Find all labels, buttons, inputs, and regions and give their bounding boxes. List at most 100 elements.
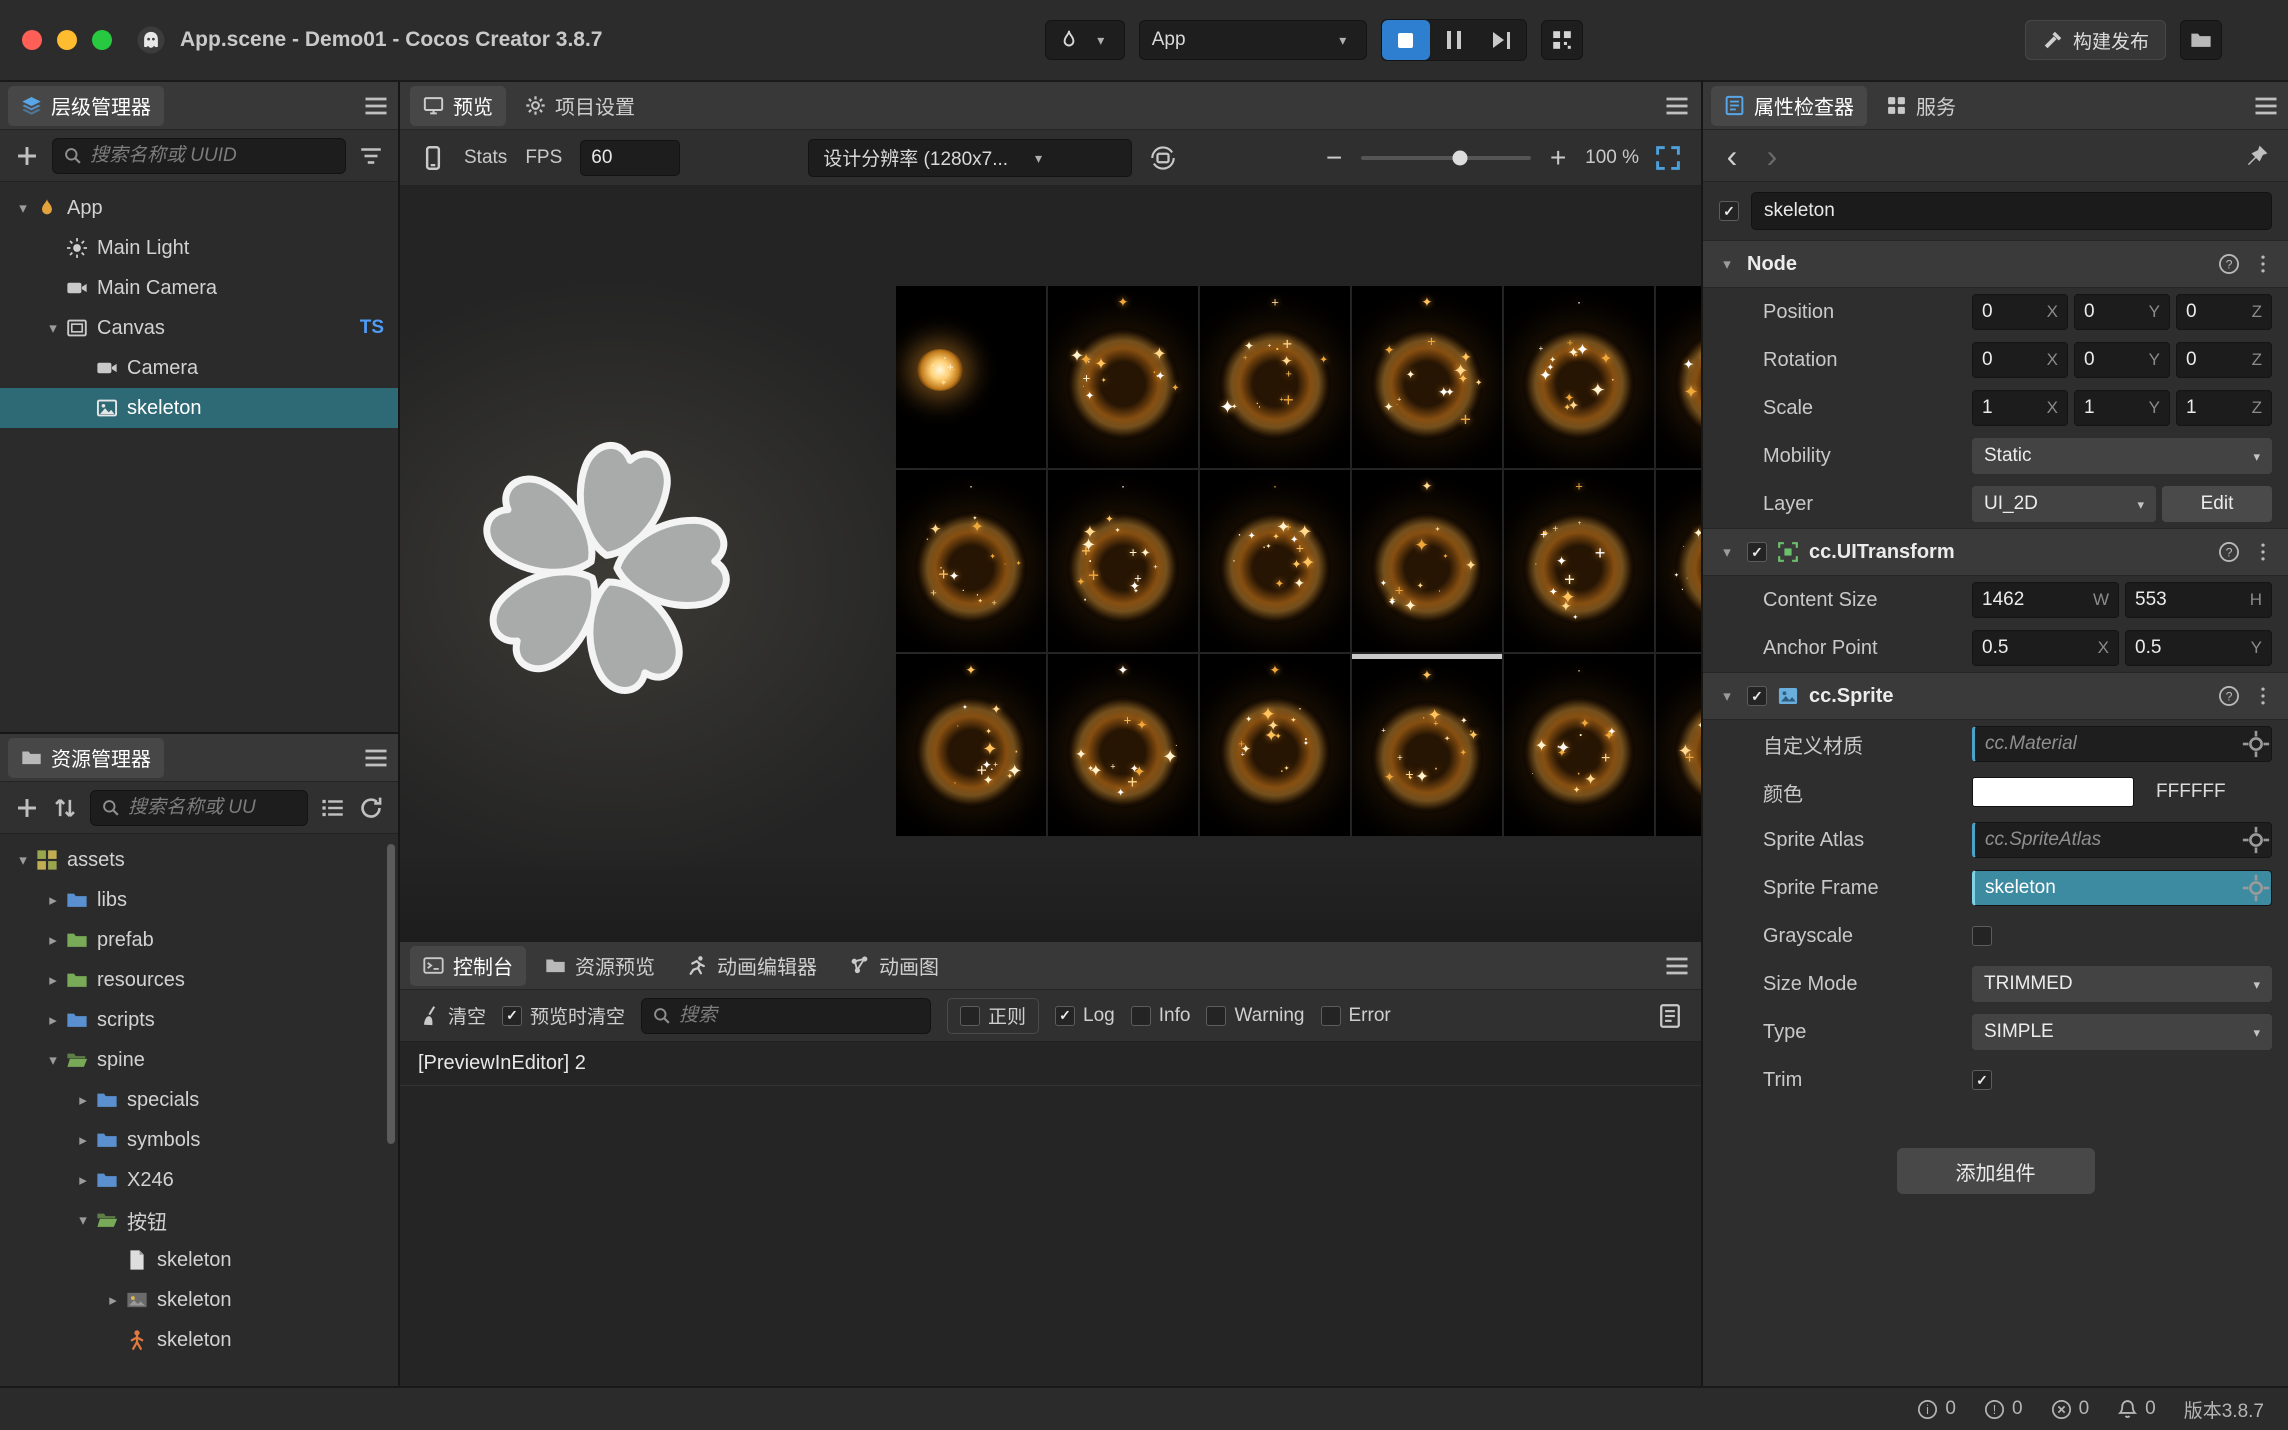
trim-checkbox[interactable] [1972, 1070, 1992, 1090]
rotation-z-field[interactable]: 0Z [2176, 342, 2272, 378]
anchor-y-field[interactable]: 0.5Y [2125, 630, 2272, 666]
help-icon[interactable]: ? [2218, 253, 2240, 275]
asset-item-skeleton[interactable]: skeleton [0, 1240, 398, 1280]
uitransform-enabled-checkbox[interactable] [1747, 542, 1767, 562]
help-icon[interactable]: ? [2218, 685, 2240, 707]
tab-project-settings[interactable]: 项目设置 [512, 86, 648, 126]
regex-checkbox[interactable] [960, 1006, 980, 1026]
mobility-select[interactable]: Static ▾ [1972, 438, 2272, 474]
chevron-right-icon[interactable]: ▸ [70, 1091, 96, 1109]
add-component-button[interactable]: 添加组件 [1897, 1148, 2095, 1194]
fullscreen-window-button[interactable] [92, 30, 112, 50]
history-forward-button[interactable]: › [1761, 145, 1783, 167]
help-icon[interactable]: ? [2218, 541, 2240, 563]
tab-hierarchy[interactable]: 层级管理器 [8, 86, 164, 126]
asset-item-skeleton[interactable]: ▸skeleton [0, 1280, 398, 1320]
filter-log-toggle[interactable]: Log [1055, 1005, 1115, 1027]
console-searchbox[interactable] [641, 998, 931, 1034]
asset-item-resources[interactable]: ▸resources [0, 960, 398, 1000]
chevron-down-icon[interactable]: ▾ [40, 319, 66, 337]
warning-checkbox[interactable] [1206, 1006, 1226, 1026]
hierarchy-searchbox[interactable] [52, 138, 346, 174]
hierarchy-item-skeleton[interactable]: skeleton [0, 388, 398, 428]
hierarchy-filter-button[interactable] [358, 143, 384, 169]
edit-layer-button[interactable]: Edit [2162, 486, 2272, 522]
pin-inspector-button[interactable] [2244, 143, 2270, 169]
info-message-counter[interactable]: i 0 [1917, 1398, 1956, 1420]
chevron-down-icon[interactable]: ▾ [1717, 257, 1737, 272]
tab-animation-graph[interactable]: 动画图 [836, 946, 952, 986]
scene-canvas[interactable]: ·+✦·+·✦✦✦+·✦✦·✦·✦✦✦++··✦+·✦+✦✦++✦+✦✦+✦✦✦… [400, 186, 1701, 942]
preview-menu-icon[interactable] [1663, 92, 1691, 120]
content-width-field[interactable]: 1462W [1972, 582, 2119, 618]
section-menu-icon[interactable] [2252, 253, 2274, 275]
scale-x-field[interactable]: 1X [1972, 390, 2068, 426]
asset-item-X246[interactable]: ▸X246 [0, 1160, 398, 1200]
zoom-out-button[interactable]: − [1323, 147, 1345, 169]
pause-button[interactable] [1430, 20, 1478, 60]
position-z-field[interactable]: 0Z [2176, 294, 2272, 330]
device-icon[interactable] [420, 145, 446, 171]
position-x-field[interactable]: 0X [1972, 294, 2068, 330]
warning-message-counter[interactable]: ! 0 [1984, 1398, 2023, 1420]
chevron-down-icon[interactable]: ▾ [70, 1211, 96, 1229]
tab-animation-editor[interactable]: 动画编辑器 [674, 946, 830, 986]
chevron-right-icon[interactable]: ▸ [100, 1291, 126, 1309]
rotation-y-field[interactable]: 0Y [2074, 342, 2170, 378]
regex-toggle[interactable]: 正则 [947, 998, 1039, 1034]
asset-item-symbols[interactable]: ▸symbols [0, 1120, 398, 1160]
assets-searchbox[interactable] [90, 790, 308, 826]
asset-item-specials[interactable]: ▸specials [0, 1080, 398, 1120]
chevron-down-icon[interactable]: ▾ [1717, 689, 1737, 704]
node-name-input[interactable] [1764, 200, 2259, 222]
sort-assets-button[interactable] [52, 795, 78, 821]
clear-on-preview-toggle[interactable]: 预览时清空 [502, 1002, 625, 1029]
type-select[interactable]: SIMPLE ▾ [1972, 1014, 2272, 1050]
zoom-slider[interactable] [1361, 156, 1531, 160]
refresh-assets-button[interactable] [358, 795, 384, 821]
sprite-section-header[interactable]: ▾ cc.Sprite ? [1703, 672, 2288, 720]
create-node-button[interactable] [14, 143, 40, 169]
tab-inspector[interactable]: 属性检查器 [1711, 86, 1867, 126]
chevron-down-icon[interactable]: ▾ [1717, 545, 1737, 560]
anchor-x-field[interactable]: 0.5X [1972, 630, 2119, 666]
chevron-right-icon[interactable]: ▸ [40, 971, 66, 989]
console-menu-icon[interactable] [1663, 952, 1691, 980]
inspector-menu-icon[interactable] [2252, 92, 2280, 120]
asset-item-libs[interactable]: ▸libs [0, 880, 398, 920]
help-button[interactable] [2236, 25, 2266, 55]
scale-z-field[interactable]: 1Z [2176, 390, 2272, 426]
minimize-window-button[interactable] [57, 30, 77, 50]
filter-error-toggle[interactable]: Error [1321, 1005, 1391, 1027]
asset-item-assets[interactable]: ▾assets [0, 840, 398, 880]
asset-picker-icon[interactable] [2241, 872, 2271, 904]
asset-item-按钮[interactable]: ▾按钮 [0, 1200, 398, 1240]
hierarchy-item-Canvas[interactable]: ▾CanvasTS [0, 308, 398, 348]
hierarchy-item-Main Light[interactable]: Main Light [0, 228, 398, 268]
filter-warning-toggle[interactable]: Warning [1206, 1005, 1304, 1027]
tab-preview[interactable]: 预览 [410, 86, 506, 126]
scale-y-field[interactable]: 1Y [2074, 390, 2170, 426]
chevron-right-icon[interactable]: ▸ [40, 931, 66, 949]
content-height-field[interactable]: 553H [2125, 582, 2272, 618]
log-checkbox[interactable] [1055, 1006, 1075, 1026]
hierarchy-item-Camera[interactable]: Camera [0, 348, 398, 388]
rotate-device-button[interactable] [1150, 145, 1176, 171]
info-checkbox[interactable] [1131, 1006, 1151, 1026]
zoom-in-button[interactable]: + [1547, 147, 1569, 169]
hierarchy-item-Main Camera[interactable]: Main Camera [0, 268, 398, 308]
chevron-down-icon[interactable]: ▾ [40, 1051, 66, 1069]
filter-info-toggle[interactable]: Info [1131, 1005, 1191, 1027]
chevron-right-icon[interactable]: ▸ [40, 891, 66, 909]
chevron-right-icon[interactable]: ▸ [70, 1131, 96, 1149]
open-folder-button[interactable] [2180, 20, 2222, 60]
hierarchy-search-input[interactable] [90, 145, 335, 167]
layer-select[interactable]: UI_2D ▾ [1972, 486, 2156, 522]
asset-item-spine[interactable]: ▾spine [0, 1040, 398, 1080]
uitransform-section-header[interactable]: ▾ cc.UITransform ? [1703, 528, 2288, 576]
console-log-line[interactable]: [PreviewInEditor] 2 [400, 1042, 1701, 1086]
fps-input[interactable] [591, 147, 669, 169]
sprite-enabled-checkbox[interactable] [1747, 686, 1767, 706]
section-menu-icon[interactable] [2252, 685, 2274, 707]
assets-view-toggle[interactable] [320, 795, 346, 821]
